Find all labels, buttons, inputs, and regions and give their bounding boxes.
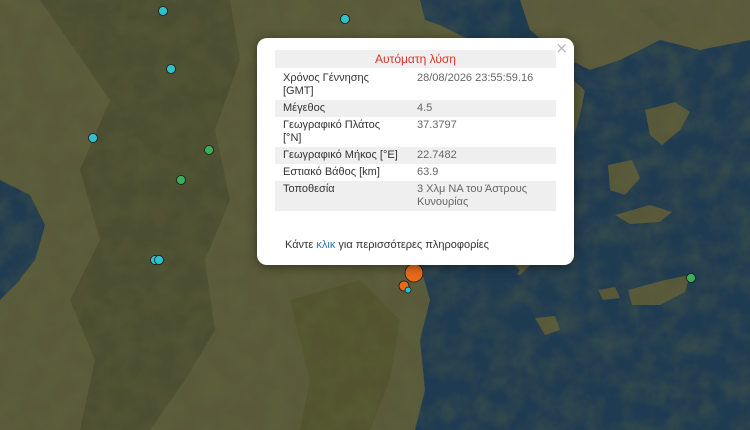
earthquake-marker[interactable] [404,286,412,294]
table-row: Εστιακό Βάθος [km] 63.9 [275,164,556,181]
earthquake-details-table: Χρόνος Γέννησης [GMT] 28/08/2026 23:55:5… [275,70,556,211]
table-row: Μέγεθος 4.5 [275,100,556,117]
earthquake-marker[interactable] [686,273,696,283]
table-row: Γεωγραφικό Μήκος [°E] 22.7482 [275,147,556,164]
earthquake-marker[interactable] [88,133,98,143]
more-info-prefix: Κάντε [285,239,317,251]
location-value: 3 Χλμ ΝΑ του Άστρους Κυνουρίας [409,181,556,211]
table-row: Τοποθεσία 3 Χλμ ΝΑ του Άστρους Κυνουρίας [275,181,556,211]
table-row: Γεωγραφικό Πλάτος [°N] 37.3797 [275,117,556,147]
earthquake-marker[interactable] [404,263,424,283]
more-info-link[interactable]: κλικ [316,239,335,251]
location-label: Τοποθεσία [275,181,409,211]
earthquake-marker[interactable] [166,64,176,74]
depth-value: 63.9 [417,166,439,178]
latitude-value: 37.3797 [417,119,457,131]
earthquake-marker[interactable] [340,14,350,24]
earthquake-marker[interactable] [154,255,164,265]
longitude-label: Γεωγραφικό Μήκος [°E] [275,147,409,164]
origin-time-label: Χρόνος Γέννησης [GMT] [283,72,369,97]
depth-label: Εστιακό Βάθος [km] [283,166,380,178]
popup-title: Αυτόματη λύση [275,50,556,68]
magnitude-value: 4.5 [409,100,556,117]
latitude-label: Γεωγραφικό Πλάτος [°N] [283,119,381,144]
origin-time-value: 28/08/2026 23:55:59.16 [417,72,534,84]
earthquake-marker[interactable] [158,6,168,16]
magnitude-label: Μέγεθος [275,100,409,117]
close-icon[interactable]: × [555,40,568,56]
earthquake-marker[interactable] [176,175,186,185]
earthquake-marker[interactable] [204,145,214,155]
more-info-suffix: για περισσότερες πληροφορίες [335,239,489,251]
earthquake-info-popup: × Αυτόματη λύση Χρόνος Γέννησης [GMT] 28… [257,38,574,265]
table-row: Χρόνος Γέννησης [GMT] 28/08/2026 23:55:5… [275,70,556,100]
more-info-text: Κάντε κλικ για περισσότερες πληροφορίες [285,239,489,251]
longitude-value: 22.7482 [409,147,556,164]
